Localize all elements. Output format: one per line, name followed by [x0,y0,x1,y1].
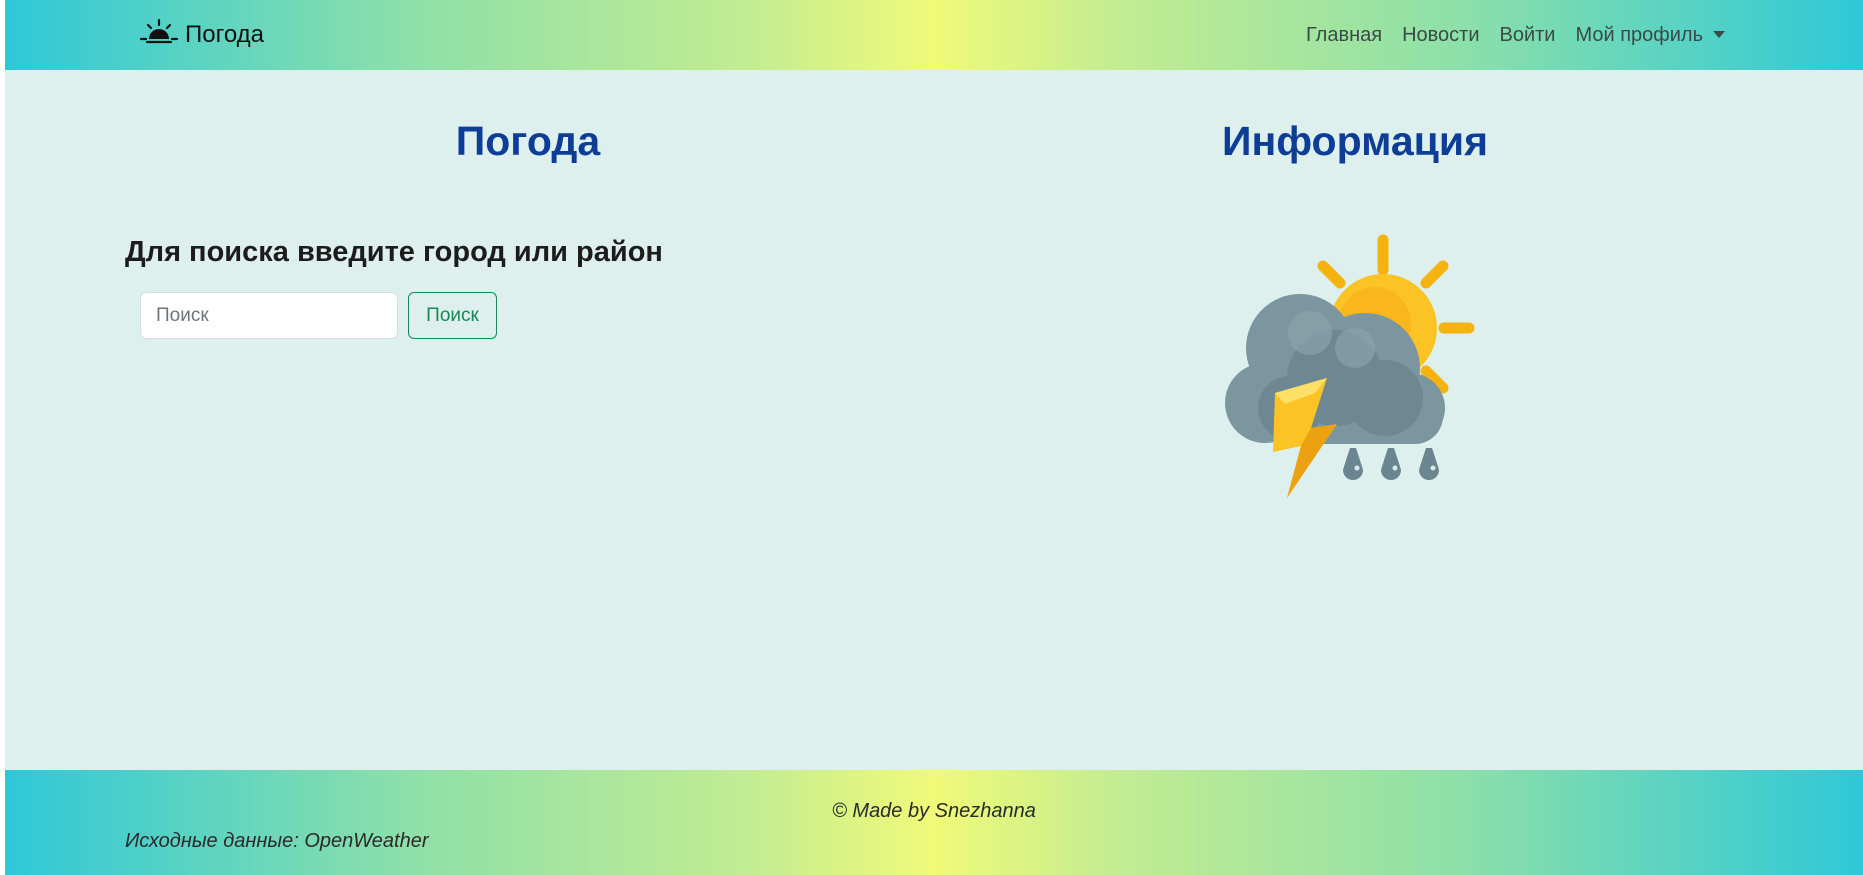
brand-link[interactable]: Погода [139,16,264,54]
caret-down-icon [1713,30,1725,38]
footer-data-source: Исходные данные: OpenWeather [125,830,429,852]
page-frame: Погода Главная Новости Войти Мой профиль… [5,0,1863,875]
nav-link-news[interactable]: Новости [1402,24,1479,47]
nav-dropdown-profile-label: Мой профиль [1575,23,1703,46]
nav-links: Главная Новости Войти Мой профиль [1306,0,1725,70]
footer-copyright: © Made by Snezhanna [832,800,1036,822]
search-heading: Для поиска введите город или район [125,236,663,268]
nav-link-home[interactable]: Главная [1306,24,1382,47]
navbar: Погода Главная Новости Войти Мой профиль [5,0,1863,70]
sunrise-icon [139,18,179,53]
information-title: Информация [1221,118,1489,164]
nav-link-login[interactable]: Войти [1500,24,1556,47]
thunderstorm-sun-cloud-icon [1215,228,1485,508]
search-button[interactable]: Поиск [408,292,497,339]
weather-title: Погода [455,118,601,164]
brand-label: Погода [185,21,264,48]
nav-dropdown-profile[interactable]: Мой профиль [1575,24,1725,47]
search-input[interactable] [140,292,398,339]
